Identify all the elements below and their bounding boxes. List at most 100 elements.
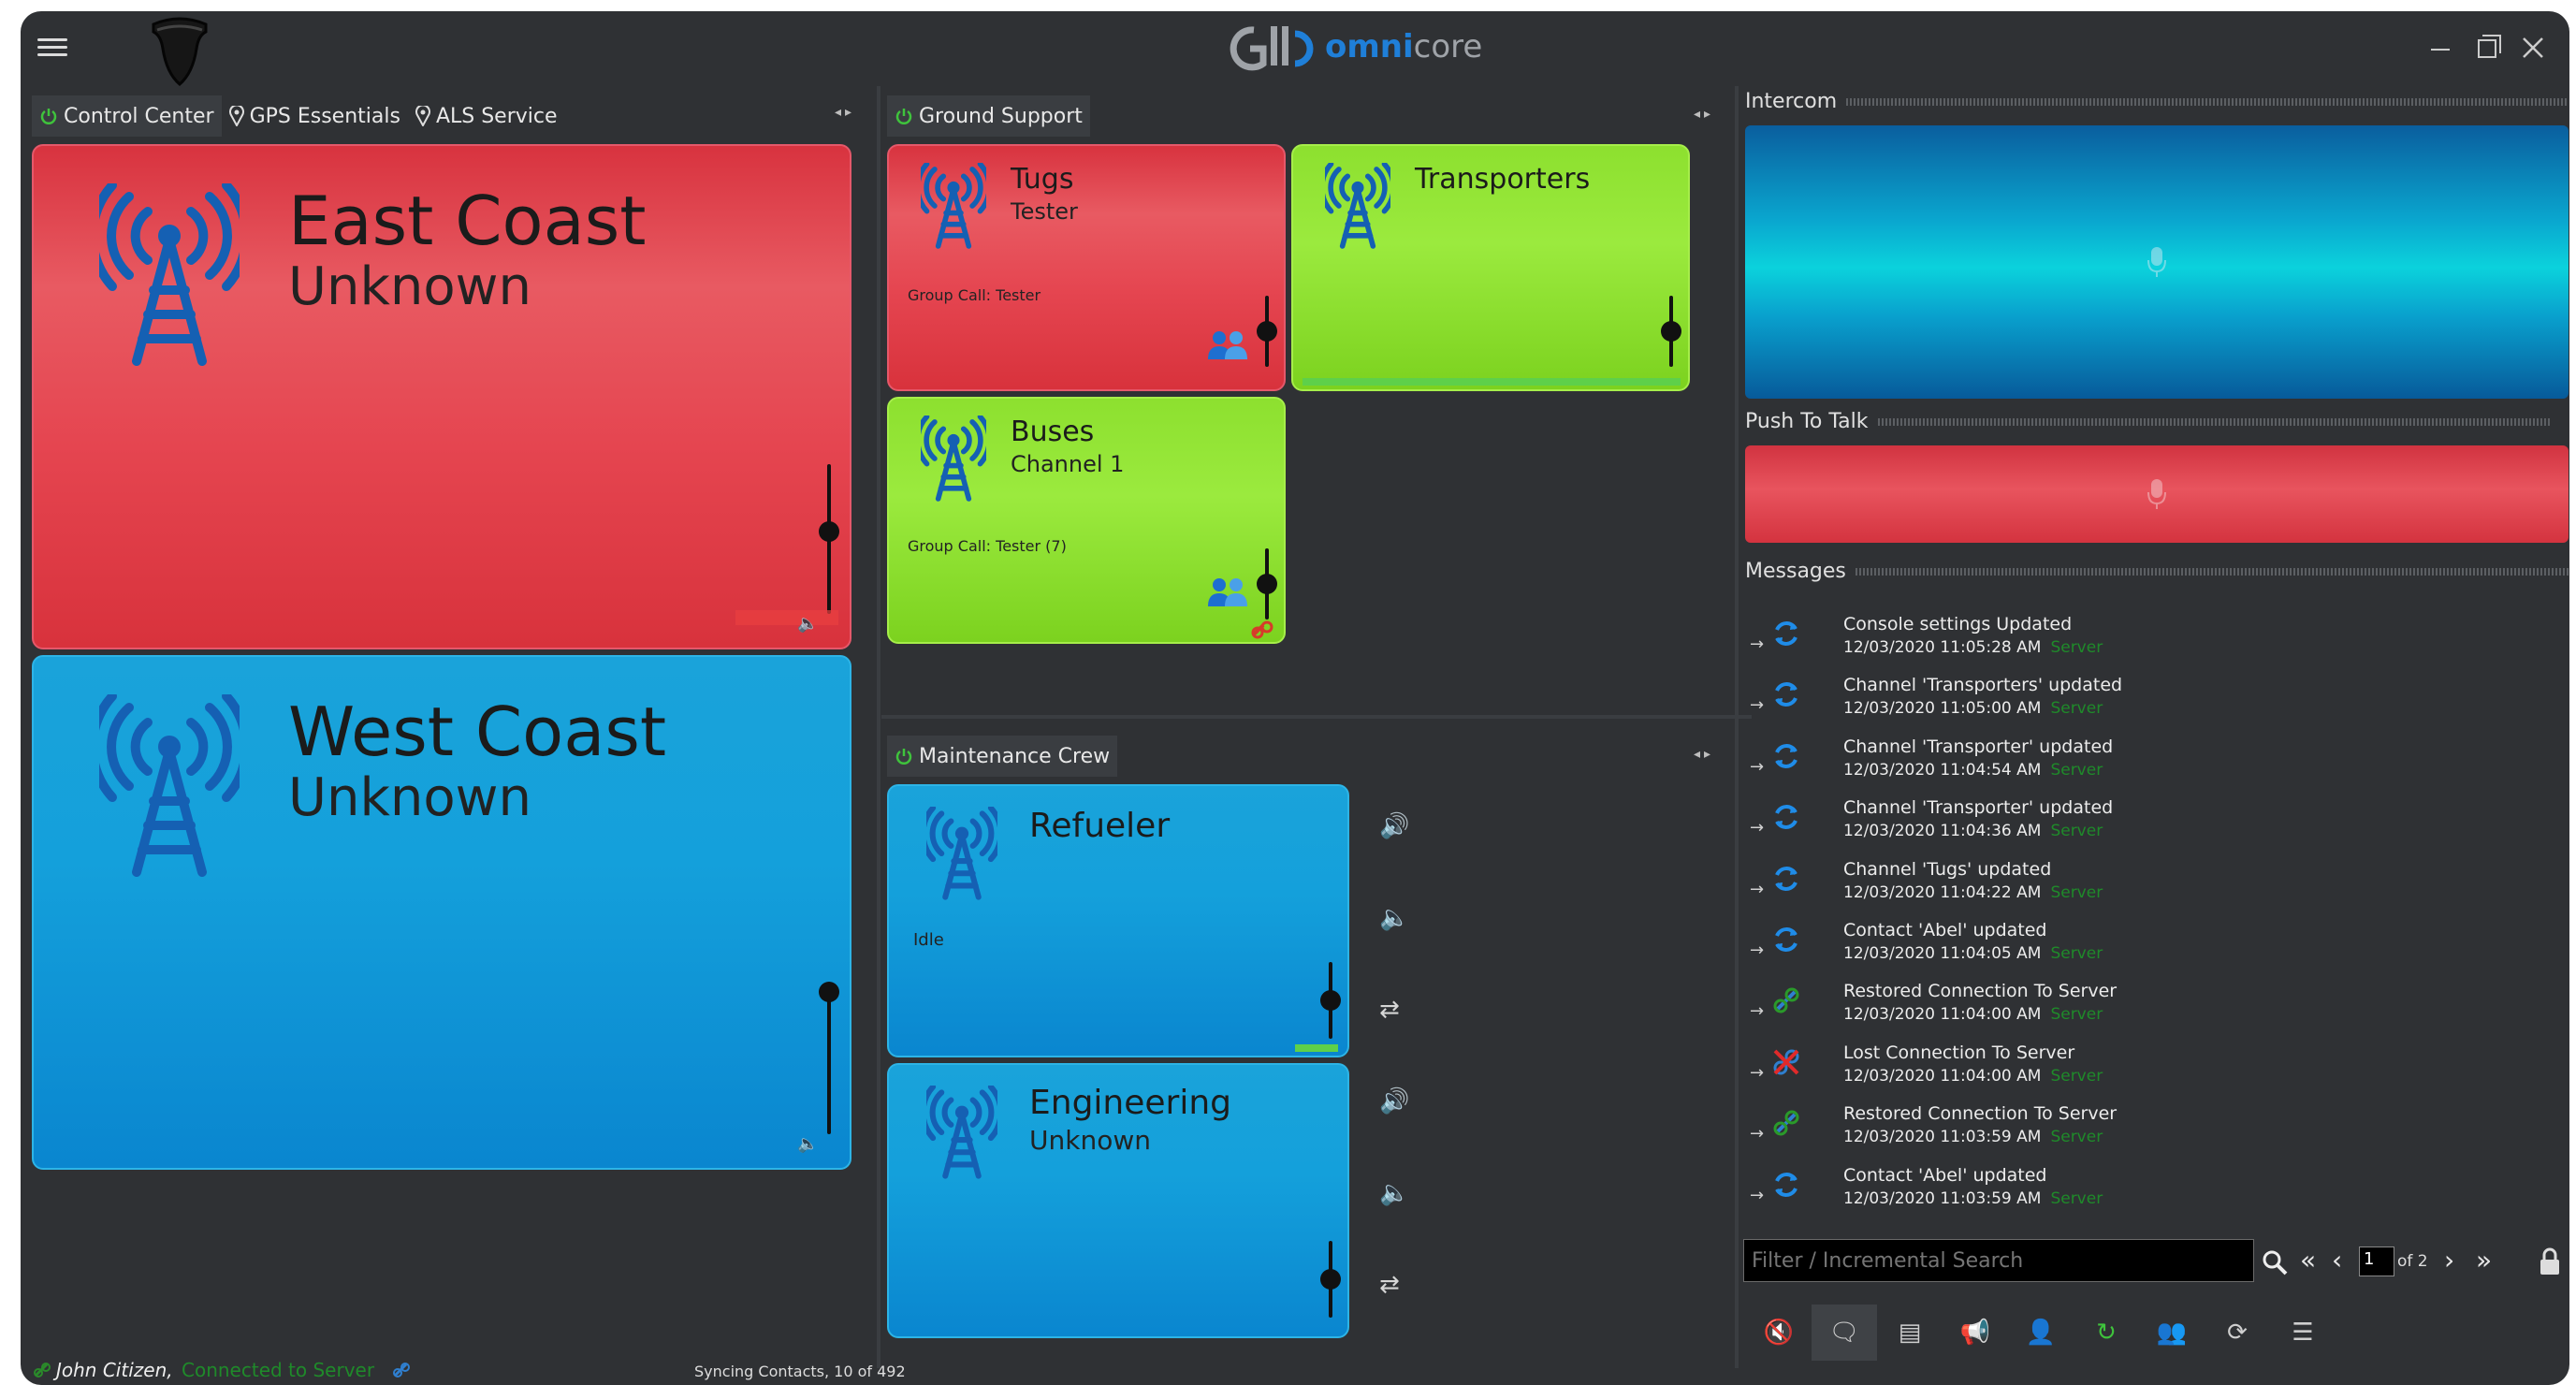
power-icon [895,749,912,765]
message-item[interactable]: → Contact 'Abel' updated 12/03/2020 11:03:… [1750,1165,2554,1221]
push-to-talk-button[interactable] [1745,445,2569,543]
link-icon [1251,620,1273,639]
volume-slider[interactable] [827,984,831,1134]
group-users-icon [1208,331,1247,359]
channel-card-buses[interactable]: Buses Channel 1 Group Call: Tester (7) [887,397,1286,644]
speaker-icon: 🔈 [797,614,819,634]
group-users-icon [1208,578,1247,606]
message-time: 12/03/2020 11:04:00 AM [1843,1066,2042,1086]
maintenance-scroll-arrows[interactable]: ◂▸ [1694,747,1714,762]
tab-als-service[interactable]: ALS Service [408,95,565,137]
last-page-icon[interactable]: » [2476,1245,2492,1276]
message-item[interactable]: → Console settings Updated 12/03/2020 11:0… [1750,614,2554,670]
channel-card-tugs[interactable]: Tugs Tester Group Call: Tester [887,144,1286,391]
speaker-loud-icon[interactable]: 🔊 [1379,1087,1409,1115]
tab-maintenance-crew[interactable]: Maintenance Crew [887,736,1118,777]
repeat-icon[interactable]: ⇄ [1379,1271,1400,1299]
intercom-button[interactable] [1745,125,2569,399]
message-item[interactable]: → Channel 'Transporter' updated 12/03/2020… [1750,736,2554,793]
lock-icon[interactable] [2538,1246,2562,1276]
message-text: Restored Connection To Server [1843,981,2118,1002]
channel-card-west-coast[interactable]: West Coast Unknown 🔈 [32,655,851,1170]
tab-control-center[interactable]: Control Center [32,95,222,137]
minimize-button[interactable] [2422,28,2463,66]
group-icon[interactable]: 👥 [2139,1305,2205,1361]
arrow-icon: → [1750,756,1765,777]
ground-support-scroll-arrows[interactable]: ◂▸ [1694,107,1714,122]
channel-status: Tester [1011,198,1078,225]
refresh-icon [1775,805,1797,830]
message-meta: 12/03/2020 11:03:59 AM Server [1843,1128,2103,1146]
previous-page-icon[interactable]: ‹ [2332,1245,2342,1276]
message-meta: 12/03/2020 11:04:54 AM Server [1843,761,2103,780]
speaker-muted-icon[interactable]: 🔇 [1746,1305,1812,1361]
left-pane-tabs: Control Center GPS Essentials ALS Servic… [32,95,565,137]
chat-icon[interactable]: 🗨 [1812,1305,1877,1361]
volume-slider-knob[interactable] [1320,1269,1341,1290]
left-pane-scroll-arrows[interactable]: ◂▸ [835,105,855,120]
channel-name: Transporters [1415,163,1591,196]
channel-card-engineering[interactable]: Engineering Unknown [887,1063,1349,1338]
map-pin-icon [228,106,244,126]
message-meta: 12/03/2020 11:04:05 AM Server [1843,944,2103,963]
redial-icon[interactable]: ⟳ [2205,1305,2270,1361]
radio-tower-icon [926,807,997,900]
keyboard-icon[interactable]: ▤ [1877,1305,1943,1361]
message-time: 12/03/2020 11:03:59 AM [1843,1128,2042,1147]
message-item[interactable]: → Channel 'Transporter' updated 12/03/2020… [1750,797,2554,853]
channel-status: Unknown [288,256,531,317]
tab-gps-essentials[interactable]: GPS Essentials [222,95,408,137]
tab-label: ALS Service [435,104,558,128]
map-pin-icon [415,106,430,126]
speaker-loud-icon[interactable]: 🔊 [1379,812,1409,840]
volume-slider-knob[interactable] [1257,574,1277,594]
message-item[interactable]: → Restored Connection To Server 12/03/2020… [1750,1103,2554,1159]
message-item[interactable]: → Restored Connection To Server 12/03/2020… [1750,981,2554,1037]
message-source: Server [2050,1188,2103,1208]
volume-slider-knob[interactable] [1257,321,1277,342]
message-item[interactable]: → Channel 'Transporters' updated 12/03/202… [1750,675,2554,731]
message-text: Channel 'Transporters' updated [1843,675,2123,696]
search-icon[interactable] [2261,1248,2289,1276]
refresh-icon[interactable]: ↻ [2074,1305,2139,1361]
volume-slider-knob[interactable] [1661,321,1681,342]
radio-tower-icon [99,183,240,366]
message-source: Server [2050,882,2103,902]
refresh-icon [1775,866,1797,891]
message-text: Contact 'Abel' updated [1843,1164,2047,1186]
volume-slider-knob[interactable] [1320,990,1341,1011]
channel-card-transporters[interactable]: Transporters [1291,144,1690,391]
arrow-icon: → [1750,940,1765,960]
message-item[interactable]: → Channel 'Tugs' updated 12/03/2020 11:04:… [1750,859,2554,915]
tab-ground-support[interactable]: Ground Support [887,95,1090,137]
search-input[interactable] [1743,1239,2254,1282]
level-meter [735,610,838,625]
message-meta: 12/03/2020 11:05:00 AM Server [1843,699,2103,718]
speaker-icon[interactable]: 🔈 [1379,904,1409,932]
channel-card-refueler[interactable]: Refueler Idle [887,784,1349,1057]
next-page-icon[interactable]: › [2444,1245,2454,1276]
message-meta: 12/03/2020 11:03:59 AM Server [1843,1189,2103,1208]
list-icon[interactable]: ☰ [2270,1305,2336,1361]
close-button[interactable] [2513,28,2554,66]
message-text: Contact 'Abel' updated [1843,920,2047,940]
message-source: Server [2050,1066,2103,1086]
repeat-icon[interactable]: ⇄ [1379,996,1400,1024]
megaphone-icon[interactable]: 📢 [1943,1305,2008,1361]
refresh-icon [1775,682,1797,707]
ground-support-header: Ground Support [887,95,1090,137]
message-item[interactable]: → Lost Connection To Server 12/03/2020 11:… [1750,1042,2554,1099]
user-icon[interactable]: 👤 [2008,1305,2074,1361]
restore-button[interactable] [2468,28,2510,66]
hamburger-menu-icon[interactable] [37,34,67,60]
first-page-icon[interactable]: « [2300,1245,2316,1276]
message-text: Channel 'Transporter' updated [1843,797,2114,819]
volume-slider-knob[interactable] [819,982,839,1002]
speaker-icon[interactable]: 🔈 [1379,1179,1409,1207]
broken-link-icon [1773,1049,1799,1075]
message-item[interactable]: → Contact 'Abel' updated 12/03/2020 11:04:… [1750,920,2554,976]
channel-card-east-coast[interactable]: East Coast Unknown 🔈 [32,144,851,649]
radio-tower-icon [99,694,240,877]
page-number-field[interactable]: 1 [2359,1246,2394,1276]
volume-slider-knob[interactable] [819,521,839,542]
